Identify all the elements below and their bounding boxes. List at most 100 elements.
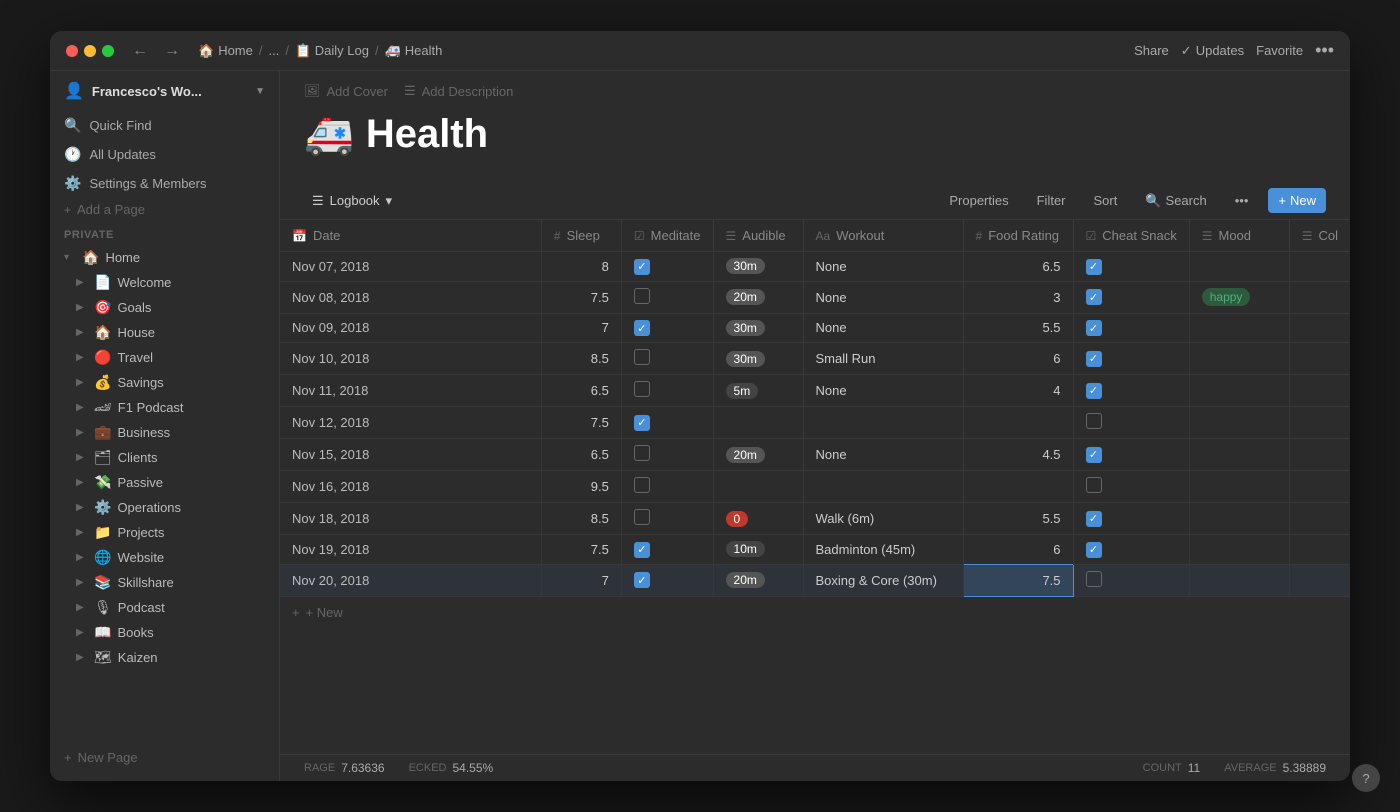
col-sleep[interactable]: #Sleep (541, 220, 621, 252)
cell-sleep[interactable]: 7.5 (541, 535, 621, 565)
properties-button[interactable]: Properties (941, 189, 1016, 212)
cheat-snack-checkbox[interactable] (1086, 320, 1102, 336)
meditate-checkbox[interactable] (634, 381, 650, 397)
updates-button[interactable]: ✓ Updates (1181, 43, 1244, 59)
cell-date[interactable]: Nov 07, 2018 (280, 252, 541, 282)
breadcrumb-daily-log[interactable]: 📋 Daily Log (295, 43, 369, 59)
cell-mood[interactable] (1189, 503, 1289, 535)
cheat-snack-checkbox[interactable] (1086, 447, 1102, 463)
cell-meditate[interactable] (621, 439, 713, 471)
cell-cheat-snack[interactable] (1073, 471, 1189, 503)
cell-food-rating[interactable] (963, 407, 1073, 439)
cell-col[interactable] (1289, 503, 1350, 535)
cheat-snack-checkbox[interactable] (1086, 351, 1102, 367)
cell-food-rating[interactable]: 6 (963, 535, 1073, 565)
cell-cheat-snack[interactable] (1073, 503, 1189, 535)
cell-cheat-snack[interactable] (1073, 564, 1189, 596)
cheat-snack-checkbox[interactable] (1086, 289, 1102, 305)
cell-cheat-snack[interactable] (1073, 407, 1189, 439)
cell-cheat-snack[interactable] (1073, 343, 1189, 375)
sidebar-item-operations[interactable]: ▶ ⚙️ Operations (50, 495, 279, 520)
breadcrumb-ellipsis[interactable]: ... (269, 43, 280, 58)
cell-meditate[interactable] (621, 564, 713, 596)
meditate-checkbox[interactable] (634, 415, 650, 431)
cell-meditate[interactable] (621, 375, 713, 407)
cell-audible[interactable]: 20m (713, 564, 803, 596)
col-food-rating[interactable]: #Food Rating (963, 220, 1073, 252)
cell-meditate[interactable] (621, 343, 713, 375)
sidebar-item-goals[interactable]: ▶ 🎯 Goals (50, 295, 279, 320)
cell-sleep[interactable]: 8.5 (541, 343, 621, 375)
cell-date[interactable]: Nov 10, 2018 (280, 343, 541, 375)
cell-workout[interactable] (803, 407, 963, 439)
cell-meditate[interactable] (621, 281, 713, 313)
forward-button[interactable]: → (158, 40, 186, 62)
sidebar-item-projects[interactable]: ▶ 📁 Projects (50, 520, 279, 545)
cell-date[interactable]: Nov 16, 2018 (280, 471, 541, 503)
sidebar-item-house[interactable]: ▶ 🏠 House (50, 320, 279, 345)
sidebar-item-kaizen[interactable]: ▶ 🗺 Kaizen (50, 645, 279, 670)
cell-col[interactable] (1289, 439, 1350, 471)
cell-col[interactable] (1289, 535, 1350, 565)
cell-workout[interactable]: None (803, 252, 963, 282)
cell-col[interactable] (1289, 471, 1350, 503)
help-button[interactable]: ? (1352, 764, 1380, 792)
cell-sleep[interactable]: 9.5 (541, 471, 621, 503)
cell-food-rating[interactable]: 5.5 (963, 313, 1073, 343)
cheat-snack-checkbox[interactable] (1086, 477, 1102, 493)
cell-date[interactable]: Nov 18, 2018 (280, 503, 541, 535)
cell-audible[interactable]: 30m (713, 252, 803, 282)
table-row[interactable]: Nov 08, 20187.520mNone3happy (280, 281, 1350, 313)
cell-workout[interactable]: Small Run (803, 343, 963, 375)
cell-audible[interactable]: 20m (713, 439, 803, 471)
cell-workout[interactable] (803, 471, 963, 503)
table-row[interactable]: Nov 20, 2018720mBoxing & Core (30m)7.5 (280, 564, 1350, 596)
cell-date[interactable]: Nov 12, 2018 (280, 407, 541, 439)
add-page-inline[interactable]: + Add a Page (50, 198, 279, 221)
meditate-checkbox[interactable] (634, 445, 650, 461)
workspace-header[interactable]: 👤 Francesco's Wo... ▼ (50, 71, 279, 111)
breadcrumb-home[interactable]: 🏠 Home (198, 43, 253, 59)
cell-food-rating[interactable]: 4 (963, 375, 1073, 407)
cell-sleep[interactable]: 8.5 (541, 503, 621, 535)
new-row-button[interactable]: + + New (280, 597, 1350, 628)
cell-sleep[interactable]: 7 (541, 313, 621, 343)
sidebar-item-savings[interactable]: ▶ 💰 Savings (50, 370, 279, 395)
cell-workout[interactable]: Walk (6m) (803, 503, 963, 535)
sort-button[interactable]: Sort (1086, 189, 1126, 212)
cell-audible[interactable] (713, 407, 803, 439)
table-row[interactable]: Nov 12, 20187.5 (280, 407, 1350, 439)
cell-workout[interactable]: None (803, 313, 963, 343)
cell-audible[interactable]: 30m (713, 343, 803, 375)
new-entry-button[interactable]: + New (1268, 188, 1326, 213)
cell-mood[interactable] (1189, 471, 1289, 503)
cell-food-rating[interactable]: 3 (963, 281, 1073, 313)
cell-workout[interactable]: None (803, 281, 963, 313)
col-extra[interactable]: ☰Col (1289, 220, 1350, 252)
cheat-snack-checkbox[interactable] (1086, 571, 1102, 587)
sidebar-item-website[interactable]: ▶ 🌐 Website (50, 545, 279, 570)
cell-date[interactable]: Nov 19, 2018 (280, 535, 541, 565)
db-more-button[interactable]: ••• (1227, 189, 1257, 212)
minimize-button[interactable] (84, 45, 96, 57)
cell-meditate[interactable] (621, 471, 713, 503)
cell-meditate[interactable] (621, 313, 713, 343)
table-row[interactable]: Nov 11, 20186.55mNone4 (280, 375, 1350, 407)
sidebar-item-f1podcast[interactable]: ▶ 🏎 F1 Podcast (50, 395, 279, 420)
share-button[interactable]: Share (1134, 43, 1169, 58)
cell-date[interactable]: Nov 20, 2018 (280, 564, 541, 596)
meditate-checkbox[interactable] (634, 542, 650, 558)
meditate-checkbox[interactable] (634, 572, 650, 588)
sidebar-item-travel[interactable]: ▶ 🔴 Travel (50, 345, 279, 370)
col-workout[interactable]: AaWorkout (803, 220, 963, 252)
cell-date[interactable]: Nov 11, 2018 (280, 375, 541, 407)
meditate-checkbox[interactable] (634, 259, 650, 275)
cell-col[interactable] (1289, 375, 1350, 407)
meditate-checkbox[interactable] (634, 477, 650, 493)
cell-cheat-snack[interactable] (1073, 439, 1189, 471)
new-page-button[interactable]: + New Page (50, 742, 279, 773)
cell-cheat-snack[interactable] (1073, 375, 1189, 407)
cell-workout[interactable]: Badminton (45m) (803, 535, 963, 565)
cheat-snack-checkbox[interactable] (1086, 542, 1102, 558)
view-selector-button[interactable]: ☰ Logbook ▾ (304, 189, 400, 213)
